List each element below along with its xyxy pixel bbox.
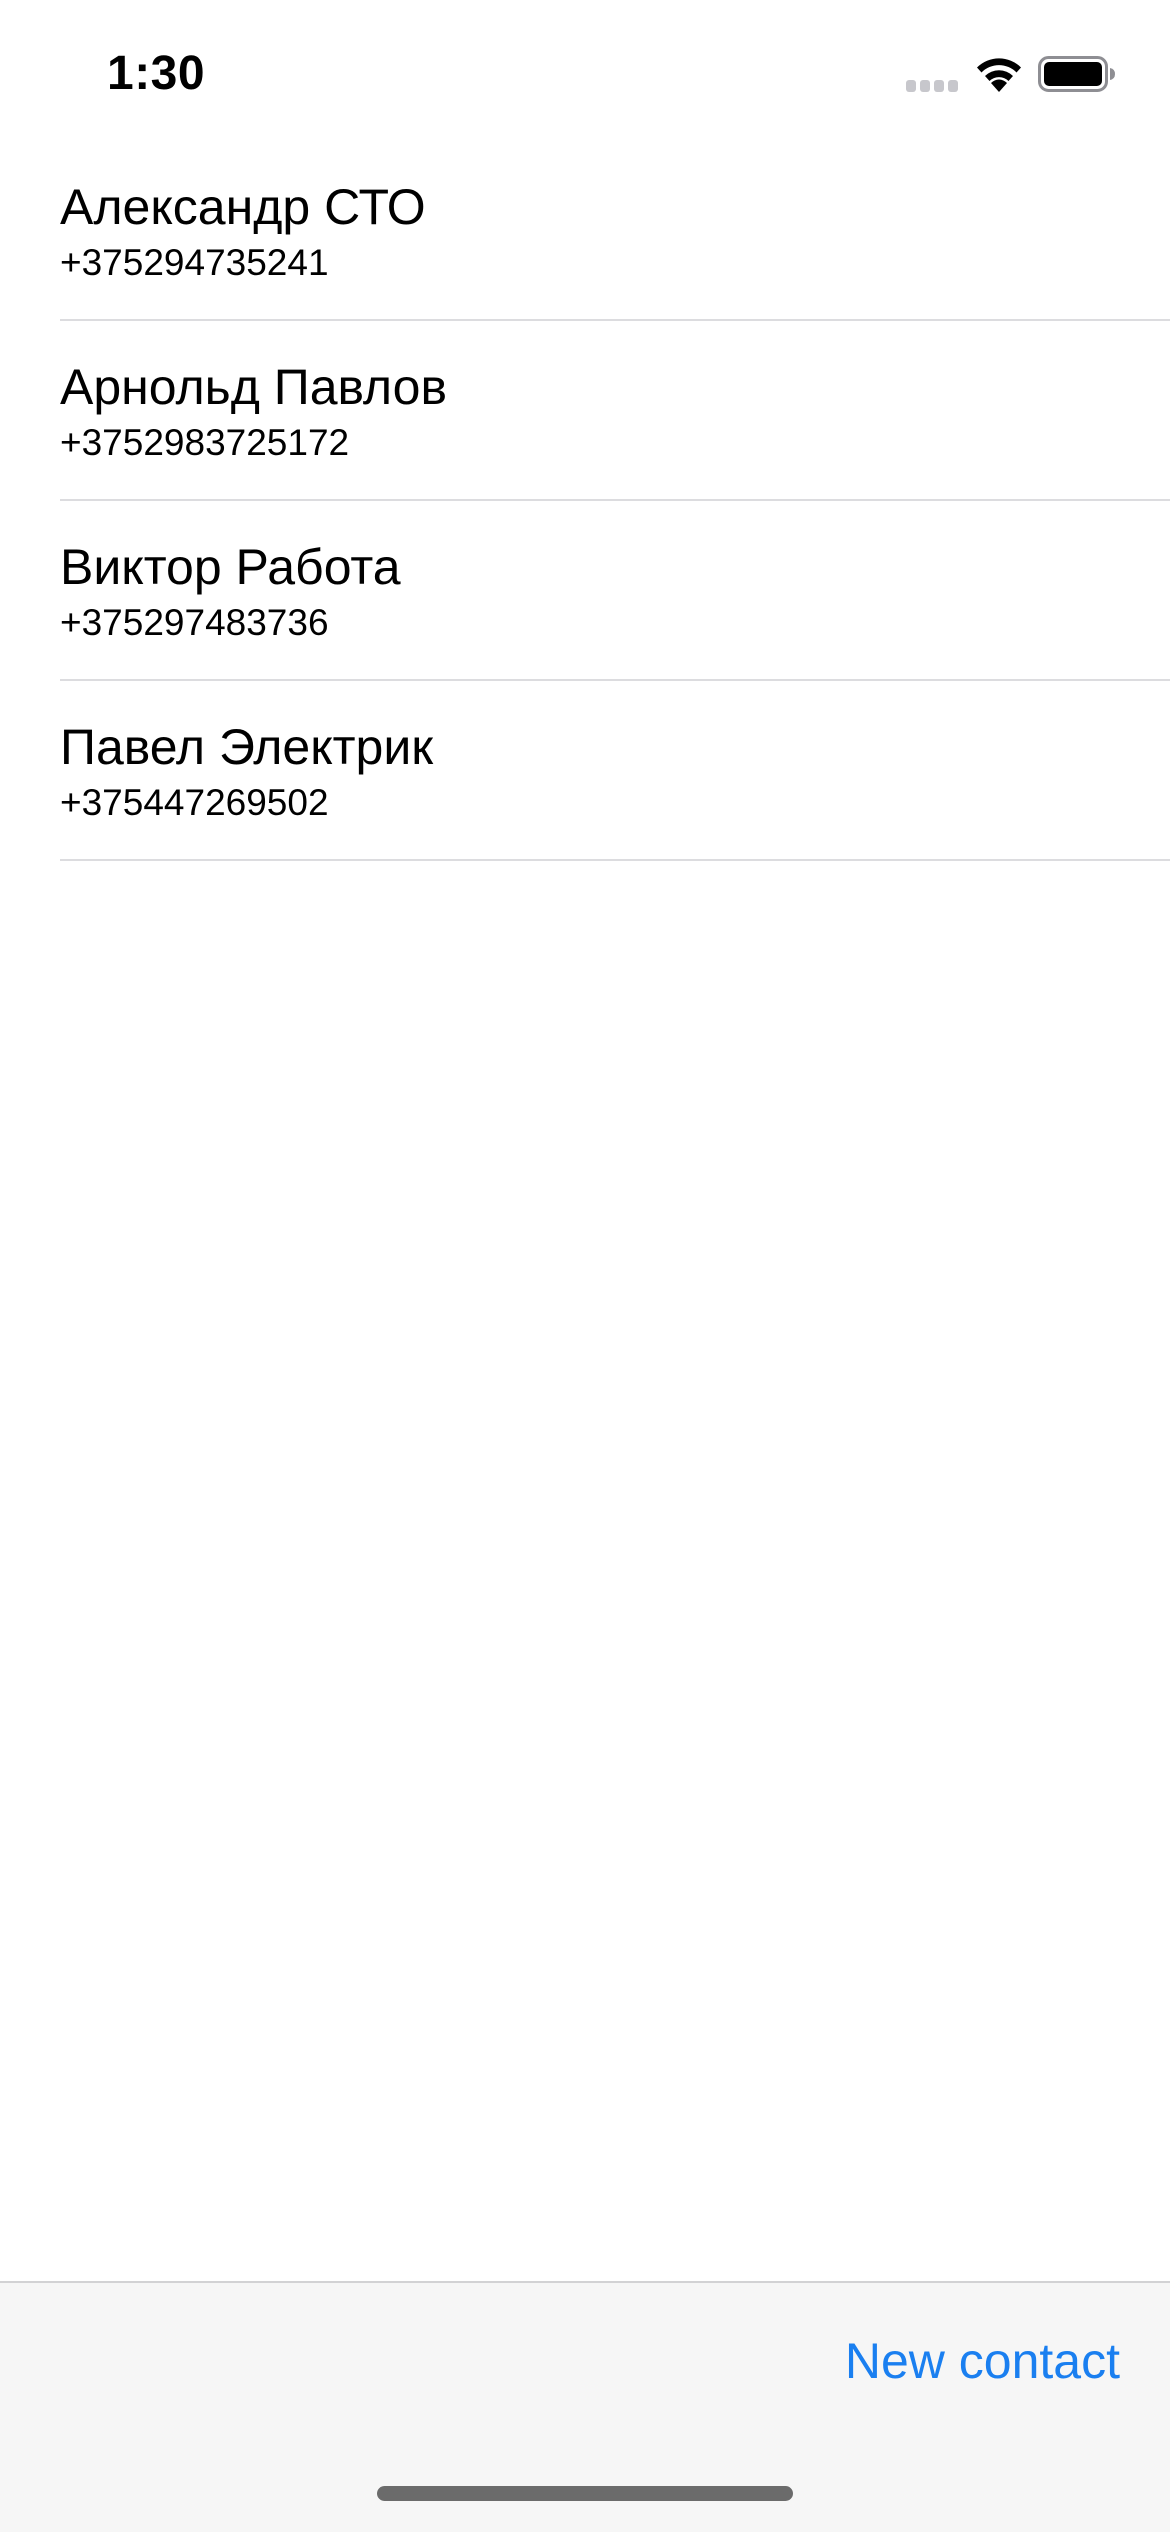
contact-list: Александр СТО +375294735241 Арнольд Павл… (0, 141, 1170, 861)
contact-row[interactable]: Виктор Работа +375297483736 (0, 501, 1170, 681)
contact-name: Виктор Работа (60, 539, 401, 595)
wifi-icon (977, 58, 1021, 92)
home-indicator[interactable] (377, 2486, 793, 2501)
contact-phone: +375297483736 (60, 602, 329, 643)
status-bar: 1:30 (0, 0, 1170, 141)
contact-phone: +3752983725172 (60, 422, 350, 463)
contact-phone: +375447269502 (60, 782, 329, 823)
contact-name: Павел Электрик (60, 719, 434, 775)
contact-phone: +375294735241 (60, 242, 329, 283)
contact-row[interactable]: Павел Электрик +375447269502 (0, 681, 1170, 861)
status-time: 1:30 (107, 47, 206, 100)
contact-row[interactable]: Арнольд Павлов +3752983725172 (0, 321, 1170, 501)
contact-name: Арнольд Павлов (60, 359, 448, 415)
contact-name: Александр СТО (60, 179, 426, 235)
contacts-screen: 1:30 Александр СТО +375294735241 Арнольд… (0, 0, 1170, 2532)
contact-row[interactable]: Александр СТО +375294735241 (0, 141, 1170, 321)
new-contact-button[interactable]: New contact (845, 2331, 1120, 2391)
cellular-signal-icon (906, 80, 958, 92)
battery-icon (1038, 56, 1115, 92)
